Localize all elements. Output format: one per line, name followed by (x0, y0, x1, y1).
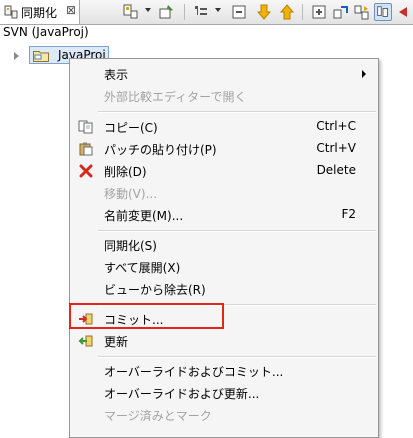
copy-icon (78, 120, 93, 134)
shortcut-label: Ctrl+V (316, 141, 356, 155)
pin-icon[interactable] (157, 3, 175, 21)
menu-item-synchronize[interactable]: 同期化(S) (70, 234, 378, 256)
menu-item-label: すべて展開(X) (104, 261, 181, 275)
menu-item-delete[interactable]: 削除(D) Delete (70, 160, 378, 182)
menu-item-label: 表示 (104, 68, 129, 82)
collapse-icon[interactable] (230, 3, 248, 21)
menu-item-label: オーバーライドおよびコミット... (104, 365, 284, 379)
menu-item-expand-all[interactable]: すべて展開(X) (70, 256, 378, 278)
incoming-mode-icon[interactable] (192, 3, 210, 21)
menu-item-label: コピー(C) (104, 121, 158, 135)
delete-icon (79, 164, 93, 178)
shortcut-label: Delete (316, 163, 356, 177)
sync-view-icon[interactable] (122, 3, 140, 21)
menu-separator (98, 356, 376, 358)
context-menu: 表示 外部比較エディターで開く コピー(C) Ctrl+C パッチの貼り付け(P… (69, 58, 379, 438)
selected-mode-icon[interactable] (374, 3, 392, 21)
shortcut-label: F2 (341, 207, 356, 221)
menu-item-move[interactable]: 移動(V)... (70, 182, 378, 204)
view-title: SVN (JavaProj) (3, 25, 89, 39)
close-icon[interactable]: ⊠ (66, 3, 76, 17)
toolbar-separator (302, 4, 303, 20)
view-menu-dropdown-icon[interactable] (145, 8, 151, 12)
menu-item-rename[interactable]: 名前変更(M)... F2 (70, 204, 378, 226)
menu-item-label: 名前変更(M)... (104, 209, 184, 223)
menu-item-label: 削除(D) (104, 165, 147, 179)
menu-item-label: ビューから除去(R) (104, 283, 206, 297)
tab-synchronize[interactable]: 同期化 ⊠ (0, 0, 80, 24)
menu-separator (98, 111, 376, 113)
menu-item-label: マージ済みとマーク (104, 409, 212, 423)
expand-arrow-icon[interactable] (14, 52, 19, 60)
menu-item-label: パッチの貼り付け(P) (104, 143, 217, 157)
toolbar-separator (184, 4, 185, 20)
menu-item-label: 移動(V)... (104, 187, 158, 201)
paste-icon (79, 142, 93, 156)
view-tabbar: 同期化 ⊠ (0, 0, 413, 25)
submenu-arrow-icon (362, 70, 366, 78)
menu-item-label: 同期化(S) (104, 239, 157, 253)
menu-item-show[interactable]: 表示 (70, 63, 378, 85)
menu-item-label: 外部比較エディターで開く (104, 90, 247, 104)
menu-item-open-compare-editor[interactable]: 外部比較エディターで開く (70, 85, 378, 107)
outgoing-mode-icon[interactable] (397, 3, 413, 21)
menu-item-override-and-update[interactable]: オーバーライドおよび更新... (70, 382, 378, 404)
menu-item-update[interactable]: 更新 (70, 330, 378, 352)
mode-dropdown-icon[interactable] (215, 8, 221, 12)
synchronize-icon[interactable] (353, 3, 371, 21)
prev-arrow-up-icon[interactable] (278, 3, 296, 21)
menu-separator (98, 230, 376, 232)
tab-label: 同期化 (21, 6, 58, 20)
menu-item-copy[interactable]: コピー(C) Ctrl+C (70, 116, 378, 138)
link-with-editor-icon[interactable] (332, 3, 350, 21)
menu-item-label: 更新 (104, 335, 129, 349)
update-icon (78, 335, 93, 347)
menu-item-remove-from-view[interactable]: ビューから除去(R) (70, 278, 378, 300)
project-folder-icon (33, 51, 49, 62)
menu-item-paste-patch[interactable]: パッチの貼り付け(P) Ctrl+V (70, 138, 378, 160)
commit-highlight-box (69, 303, 224, 329)
shortcut-label: Ctrl+C (316, 119, 356, 133)
menu-item-mark-as-merged[interactable]: マージ済みとマーク (70, 404, 378, 426)
expand-all-icon[interactable] (310, 3, 328, 21)
menu-item-override-and-commit[interactable]: オーバーライドおよびコミット... (70, 360, 378, 382)
synchronize-view-icon (4, 5, 18, 19)
menu-item-label: オーバーライドおよび更新... (104, 387, 260, 401)
next-arrow-down-icon[interactable] (255, 3, 273, 21)
